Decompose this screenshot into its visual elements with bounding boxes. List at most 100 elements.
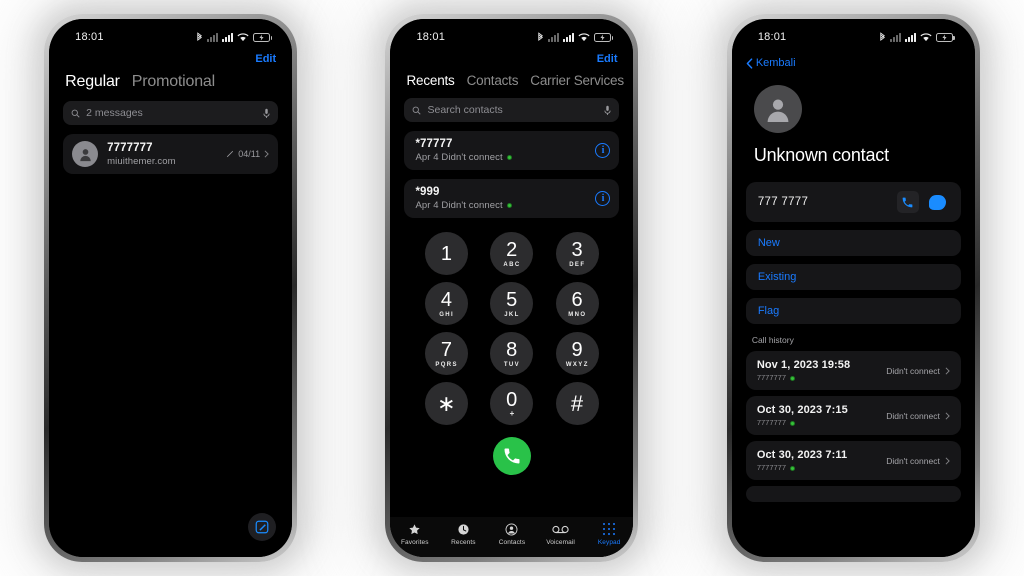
contact-call-button[interactable] [896,191,919,213]
call-history-date: Oct 30, 2023 7:15 [756,404,848,416]
screenshot-stage: 18:01 Edit Regular Promotional 2 message… [0,0,1024,576]
tabbar-label: Recents [451,539,476,546]
contacts-search-input[interactable]: Search contacts [404,98,620,122]
tab-regular[interactable]: Regular [65,73,120,91]
message-thread-row[interactable]: 7777777 miuithemer.com 04/11 [63,134,279,174]
dial-key-letters: DEF [569,261,586,268]
call-history-number: 7777777 [757,418,886,427]
dial-key-letters: JKL [504,311,520,318]
dial-key-0[interactable]: 0 + [490,382,534,425]
action-row-existing[interactable]: Existing [745,264,961,290]
tabbar-item-recents[interactable]: Recents [439,521,488,546]
call-button[interactable] [492,437,531,475]
thread-preview: miuithemer.com [107,155,176,167]
recent-call-row[interactable]: *77777 Apr 4 Didn't connect i [404,131,620,170]
messages-search-input[interactable]: 2 messages [63,101,279,125]
status-bar-time: 18:01 [75,31,104,43]
tab-contacts[interactable]: Contacts [467,73,519,88]
chevron-right-icon [264,150,269,158]
dial-key-digit: 1 [440,242,453,265]
edit-button[interactable]: Edit [390,49,633,65]
contact-message-button[interactable] [927,191,949,213]
dial-key-5[interactable]: 5 JKL [490,282,534,325]
dialer-screen: 18:01 Edit Recents Contacts Carrier Serv… [390,19,634,557]
person-icon [767,99,789,122]
tab-recents[interactable]: Recents [406,73,454,88]
dial-key-digit: 9 [571,338,584,361]
dial-key-8[interactable]: 8 TUV [490,332,534,375]
phone-device-dialer: 18:01 Edit Recents Contacts Carrier Serv… [385,14,639,562]
call-history-date: Oct 30, 2023 7:11 [756,449,848,461]
tab-promotional[interactable]: Promotional [132,73,215,91]
call-history-row[interactable]: Nov 1, 2023 19:58 7777777 Didn't connect [745,351,961,390]
call-info-button[interactable]: i [595,191,611,206]
dial-key-digit: 7 [440,338,453,361]
chevron-right-icon [945,411,950,420]
tabbar-label: Favorites [400,539,429,546]
dialer-bottom-tabbar: Favorites Recents Contacts Voicemail Key… [390,517,634,557]
microphone-icon[interactable] [263,108,270,119]
messages-search-placeholder: 2 messages [86,107,143,119]
sim-indicator-icon [506,202,512,208]
thread-meta: 04/11 [226,149,269,159]
dial-key-letters: GHI [439,311,455,318]
contact-number: 777 7777 [757,196,809,208]
call-history-number-text: 7777777 [756,373,787,382]
battery-charging-icon [935,32,955,42]
status-bar-icons [196,31,273,43]
call-history-row-partial[interactable] [745,486,961,502]
dial-key-4[interactable]: 4 GHI [425,282,469,325]
messages-tabs: Regular Promotional [49,65,292,91]
chevron-right-icon [945,456,950,465]
dial-key-2[interactable]: 2 ABC [490,232,534,275]
search-icon [413,106,422,115]
status-bar-icons [537,31,614,43]
person-circle-icon [505,521,518,537]
call-history-row[interactable]: Oct 30, 2023 7:15 7777777 Didn't connect [745,396,961,435]
dial-key-7[interactable]: 7 PQRS [425,332,469,375]
dial-key-1[interactable]: 1 [425,232,469,275]
bluetooth-icon [197,31,203,41]
status-bar-icons [879,31,955,43]
status-bar: 18:01 [390,19,633,49]
dial-key-star[interactable]: ∗ [425,382,469,425]
status-bar-time: 18:01 [757,31,787,43]
search-icon [71,109,80,118]
tabbar-label: Voicemail [546,539,575,546]
dialer-tabs: Recents Contacts Carrier Services [390,65,633,88]
thread-date: 04/11 [238,149,261,159]
recent-call-detail-text: Apr 4 Didn't connect [415,152,503,163]
call-history-row[interactable]: Oct 30, 2023 7:11 7777777 Didn't connect [745,441,961,480]
dial-key-digit: 4 [440,288,453,311]
pencil-icon [227,150,234,158]
dial-key-3[interactable]: 3 DEF [555,232,599,275]
dial-key-hash[interactable]: # [555,382,599,425]
dial-key-6[interactable]: 6 MNO [555,282,599,325]
compose-message-button[interactable] [248,513,277,541]
dial-key-letters: TUV [503,361,521,368]
microphone-icon[interactable] [604,105,612,116]
status-bar-time: 18:01 [416,31,446,43]
sim-indicator-icon [790,375,796,381]
recent-call-detail: Apr 4 Didn't connect [415,152,595,163]
chevron-left-icon [746,57,753,69]
tabbar-item-keypad[interactable]: Keypad [585,521,634,546]
tabbar-item-contacts[interactable]: Contacts [488,521,537,546]
call-history-number-text: 7777777 [756,418,787,427]
back-button[interactable]: Kembali [732,49,975,69]
tabbar-item-voicemail[interactable]: Voicemail [536,521,585,546]
call-history-status: Didn't connect [886,410,940,421]
call-info-button[interactable]: i [595,143,611,158]
tabbar-item-favorites[interactable]: Favorites [390,521,439,546]
action-row-new[interactable]: New [745,230,961,256]
edit-button[interactable]: Edit [49,49,292,65]
action-row-flag[interactable]: Flag [745,298,961,324]
phone-handset-icon [902,197,913,207]
recent-call-row[interactable]: *999 Apr 4 Didn't connect i [404,179,620,218]
dial-key-digit: 2 [506,238,518,261]
dial-key-9[interactable]: 9 WXYZ [555,332,599,375]
tab-carrier-services[interactable]: Carrier Services [530,73,624,88]
bluetooth-icon [880,31,885,41]
call-history-date: Nov 1, 2023 19:58 [756,359,851,371]
dial-key-digit: ∗ [437,390,457,416]
